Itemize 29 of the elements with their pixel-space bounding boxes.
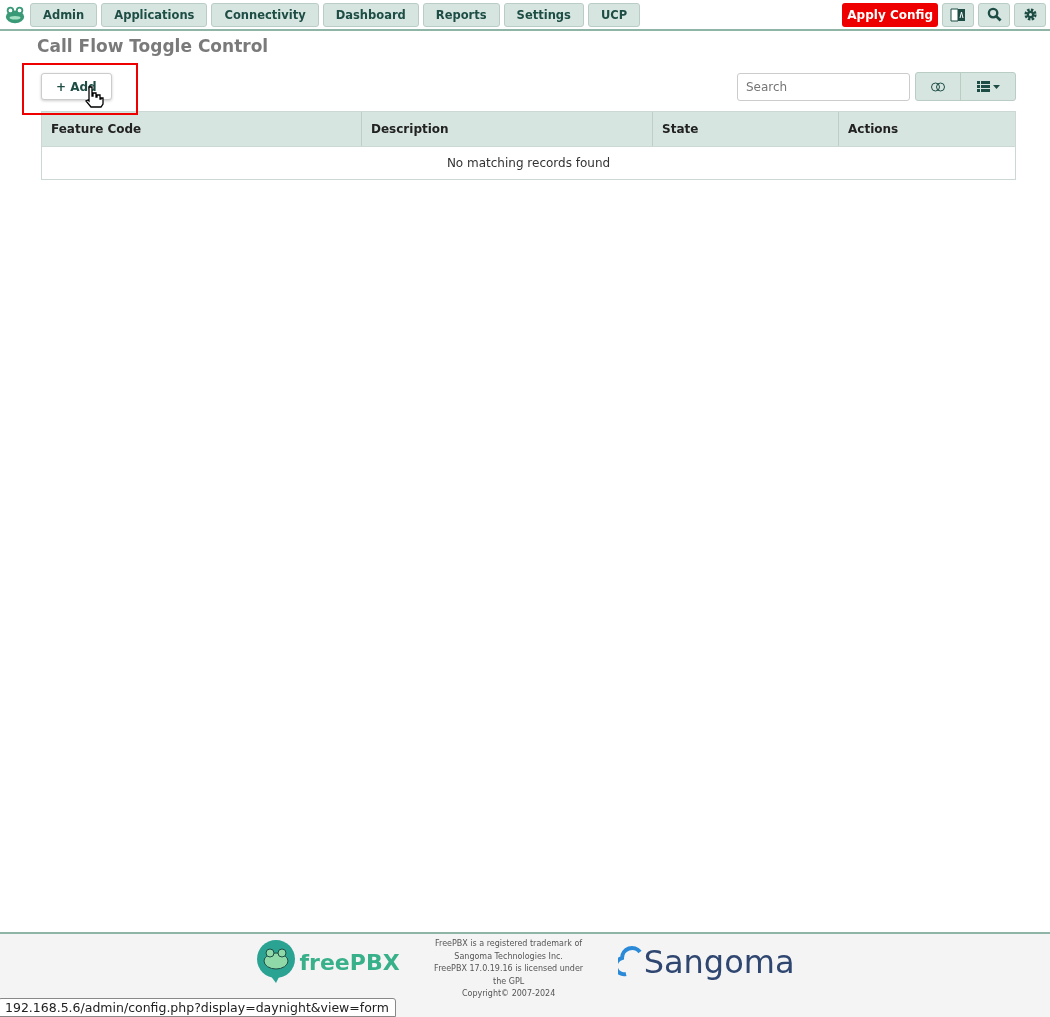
- search-icon: [986, 7, 1002, 22]
- nav-tab[interactable]: Connectivity: [211, 2, 319, 27]
- frog-logo-icon: [255, 940, 296, 984]
- caret-icon: [992, 84, 1000, 89]
- page-title: Call Flow Toggle Control: [37, 36, 270, 56]
- column-header[interactable]: Description: [362, 112, 653, 146]
- nav-tab[interactable]: Admin: [30, 2, 98, 27]
- column-header[interactable]: Actions: [839, 112, 1015, 146]
- toggle-icon: [930, 81, 946, 92]
- logo-text: freePBX: [299, 949, 400, 975]
- brand-text: Sangoma: [643, 943, 795, 981]
- language-button[interactable]: [942, 2, 974, 27]
- column-header[interactable]: State: [653, 112, 839, 146]
- settings-button[interactable]: [1014, 2, 1046, 27]
- list-icon: [976, 81, 990, 92]
- search-field[interactable]: Search: [737, 72, 910, 101]
- status-url: 192.168.5.6/admin/config.php?display=daynight&view=form: [0, 998, 396, 1017]
- nav-tab[interactable]: Reports: [422, 2, 500, 27]
- column-header[interactable]: Feature Code: [42, 112, 362, 146]
- nav-tab[interactable]: UCP: [587, 2, 641, 27]
- search-button[interactable]: [978, 2, 1010, 27]
- apply-config-button[interactable]: Apply Config: [842, 2, 938, 27]
- translate-icon: [950, 6, 966, 23]
- nav-tab[interactable]: Applications: [101, 2, 208, 27]
- copyright-text: FreePBX is a registered trademark of Sangoma Technologies Inc. FreePBX 17.0.19.16 is licensed under the GPL Copyright© 2007-2024: [433, 938, 585, 1000]
- empty-message: No matching records found: [42, 146, 1015, 179]
- settings-icon: [1022, 7, 1038, 22]
- nav-tab[interactable]: Settings: [503, 2, 584, 27]
- nav-tab[interactable]: Dashboard: [322, 2, 419, 27]
